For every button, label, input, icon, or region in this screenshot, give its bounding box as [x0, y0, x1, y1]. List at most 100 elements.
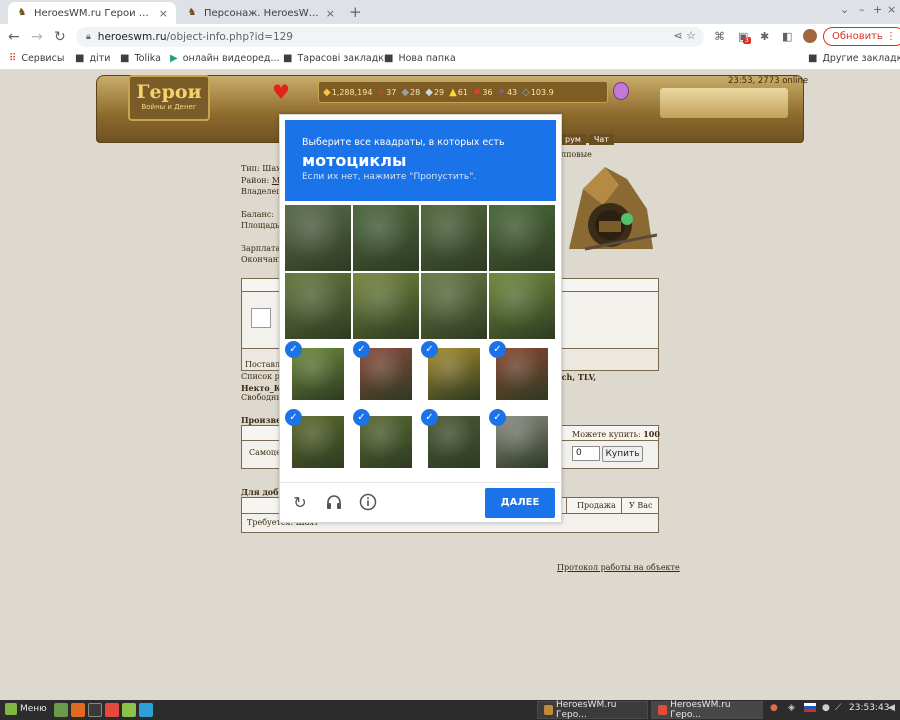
captcha-tile-12[interactable]: ✓ [489, 341, 555, 407]
close-tab-icon[interactable]: × [159, 7, 168, 20]
bookmark-folder-tolika[interactable]: ■ Tolika [120, 53, 161, 64]
close-window-icon[interactable]: × [887, 3, 896, 16]
tab-character[interactable]: ♞ Персонаж. HeroesWM.ru Геро... × [178, 2, 343, 24]
bookmark-folder-kids[interactable]: ■ діти [75, 53, 110, 64]
close-tab-icon[interactable]: × [326, 7, 335, 20]
bookmark-star-icon[interactable]: ☆ [686, 29, 696, 42]
headphones-icon [327, 495, 341, 509]
bookmark-services[interactable]: ⠿ Сервисы [9, 53, 64, 64]
profile-avatar[interactable] [803, 29, 817, 43]
crystal-icon: ✹ [472, 86, 482, 98]
captcha-skip-hint: Если их нет, нажмите "Пропустить". [302, 172, 477, 182]
captcha-tile-1[interactable] [285, 205, 351, 271]
captcha-tile-7[interactable] [421, 273, 487, 339]
captcha-tile-13[interactable]: ✓ [285, 409, 351, 475]
mana-orb-icon[interactable] [613, 82, 629, 100]
tab-search-chevron-icon[interactable]: ⌄ [840, 3, 849, 16]
new-tab-plus-icon[interactable]: + [349, 3, 362, 21]
files-icon[interactable] [122, 703, 136, 717]
address-bar[interactable]: 🔒︎ heroeswm.ru/object-info.php?id=129 ⋖ … [76, 27, 704, 47]
protocol-link[interactable]: Протокол работы на объекте [557, 563, 680, 572]
reload-challenge-icon[interactable]: ↻ [290, 493, 310, 513]
you-have-header: У Вас [629, 501, 653, 510]
taskbar-window-heroeswm-1[interactable]: HeroesWM.ru Геро... [537, 700, 648, 720]
online-status: 23:53, 2773 online [728, 76, 809, 86]
lock-icon[interactable]: 🔒︎ [86, 32, 91, 42]
captcha-tile-6[interactable] [353, 273, 419, 339]
resource-ore: ◆ 28 [401, 87, 420, 98]
info-icon[interactable] [358, 493, 378, 513]
wood-icon: ◆ [377, 86, 386, 98]
tray-app-icon[interactable]: ● [770, 703, 778, 713]
buy-button[interactable]: Купить [602, 446, 643, 462]
captcha-tile-2[interactable] [353, 205, 419, 271]
chrome-icon[interactable] [105, 703, 119, 717]
side-panel-icon[interactable]: ◧ [782, 30, 792, 43]
captcha-tile-image [421, 273, 487, 339]
captcha-tile-14[interactable]: ✓ [353, 409, 419, 475]
captcha-tile-15[interactable]: ✓ [421, 409, 487, 475]
captcha-next-button[interactable]: ДАЛЕЕ [485, 488, 555, 518]
workers-list-names: ych, TLV, [557, 372, 597, 382]
bookmark-folder-new[interactable]: ■ Нова папка [384, 53, 456, 64]
keyboard-layout-flag-icon[interactable] [804, 703, 816, 715]
url-path: /object-info.php?id=129 [166, 31, 293, 43]
supply-checkbox[interactable] [251, 308, 271, 328]
captcha-tile-5[interactable] [285, 273, 351, 339]
captcha-tile-10[interactable]: ✓ [353, 341, 419, 407]
forward-arrow-icon[interactable]: → [31, 28, 43, 46]
captcha-tile-8[interactable] [489, 273, 555, 339]
tab-heroeswm-main[interactable]: ♞ HeroesWM.ru Герои войны и ... × [8, 2, 176, 24]
taskbar-window-heroeswm-2[interactable]: HeroesWM.ru Геро... [651, 700, 763, 720]
folder-icon: ■ [384, 53, 394, 64]
nav-forum-link[interactable]: рум [560, 134, 586, 145]
captcha-tile-16[interactable]: ✓ [489, 409, 555, 475]
skype-icon[interactable] [139, 703, 153, 717]
audio-challenge-icon[interactable] [324, 493, 344, 513]
resource-value: 37 [386, 87, 397, 97]
bookmark-label: Другие закладки [822, 53, 900, 64]
captcha-tile-9[interactable]: ✓ [285, 341, 351, 407]
update-label: Обновить [832, 31, 883, 42]
folder-icon: ■ [283, 53, 293, 64]
quick-launch [54, 703, 156, 717]
captcha-tile-4[interactable] [489, 205, 555, 271]
captcha-tile-image [360, 348, 412, 400]
bookmark-folder-taras[interactable]: ■ Тарасові закладки [283, 53, 390, 64]
minimize-icon[interactable]: – [859, 3, 865, 16]
os-taskbar: Меню HeroesWM.ru Геро... HeroesWM.ru Гер… [0, 700, 900, 720]
free-slots-label: Свободны [241, 393, 283, 402]
tray-shield-icon[interactable]: ◈ [788, 703, 795, 713]
reload-icon[interactable]: ↻ [54, 28, 66, 46]
user-icon[interactable]: ● [822, 703, 830, 713]
quantity-input[interactable]: 0 [572, 446, 600, 461]
start-menu-label: Меню [20, 704, 47, 714]
nav-chat-link[interactable]: Чат [588, 134, 614, 145]
translate-icon[interactable]: ⌘ [714, 30, 725, 43]
firefox-icon[interactable] [71, 703, 85, 717]
bookmark-other[interactable]: ■ Другие закладки [808, 53, 900, 64]
maximize-icon[interactable]: + [873, 3, 882, 16]
start-menu-button[interactable]: Меню [5, 703, 47, 715]
castle-image [660, 88, 788, 118]
back-arrow-icon[interactable]: ← [8, 28, 20, 46]
terminal-icon[interactable] [88, 703, 102, 717]
captcha-tile-3[interactable] [421, 205, 487, 271]
bookmark-label: Тарасові закладки [297, 53, 391, 64]
game-logo[interactable]: Герои Войны и Денег [128, 75, 210, 121]
captcha-tile-image [489, 205, 555, 271]
extensions-puzzle-icon[interactable]: ✱ [760, 30, 769, 43]
update-button[interactable]: Обновить ⋮ [823, 27, 900, 46]
share-icon[interactable]: ⋖ ☆ [673, 29, 696, 42]
captcha-tile-image [292, 348, 344, 400]
captcha-tile-image [353, 273, 419, 339]
taskbar-window-title: HeroesWM.ru Геро... [556, 700, 617, 720]
network-icon[interactable]: ⟋ [835, 703, 841, 713]
captcha-tile-11[interactable]: ✓ [421, 341, 487, 407]
volume-icon[interactable]: ◀ [888, 703, 895, 713]
bookmark-video-editor[interactable]: ▶ онлайн видеоред... [170, 53, 280, 64]
clock[interactable]: 23:53:43 [849, 703, 889, 713]
show-desktop-icon[interactable] [54, 703, 68, 717]
resource-value: 28 [410, 87, 421, 97]
health-heart-icon[interactable]: ♥ [272, 80, 290, 104]
